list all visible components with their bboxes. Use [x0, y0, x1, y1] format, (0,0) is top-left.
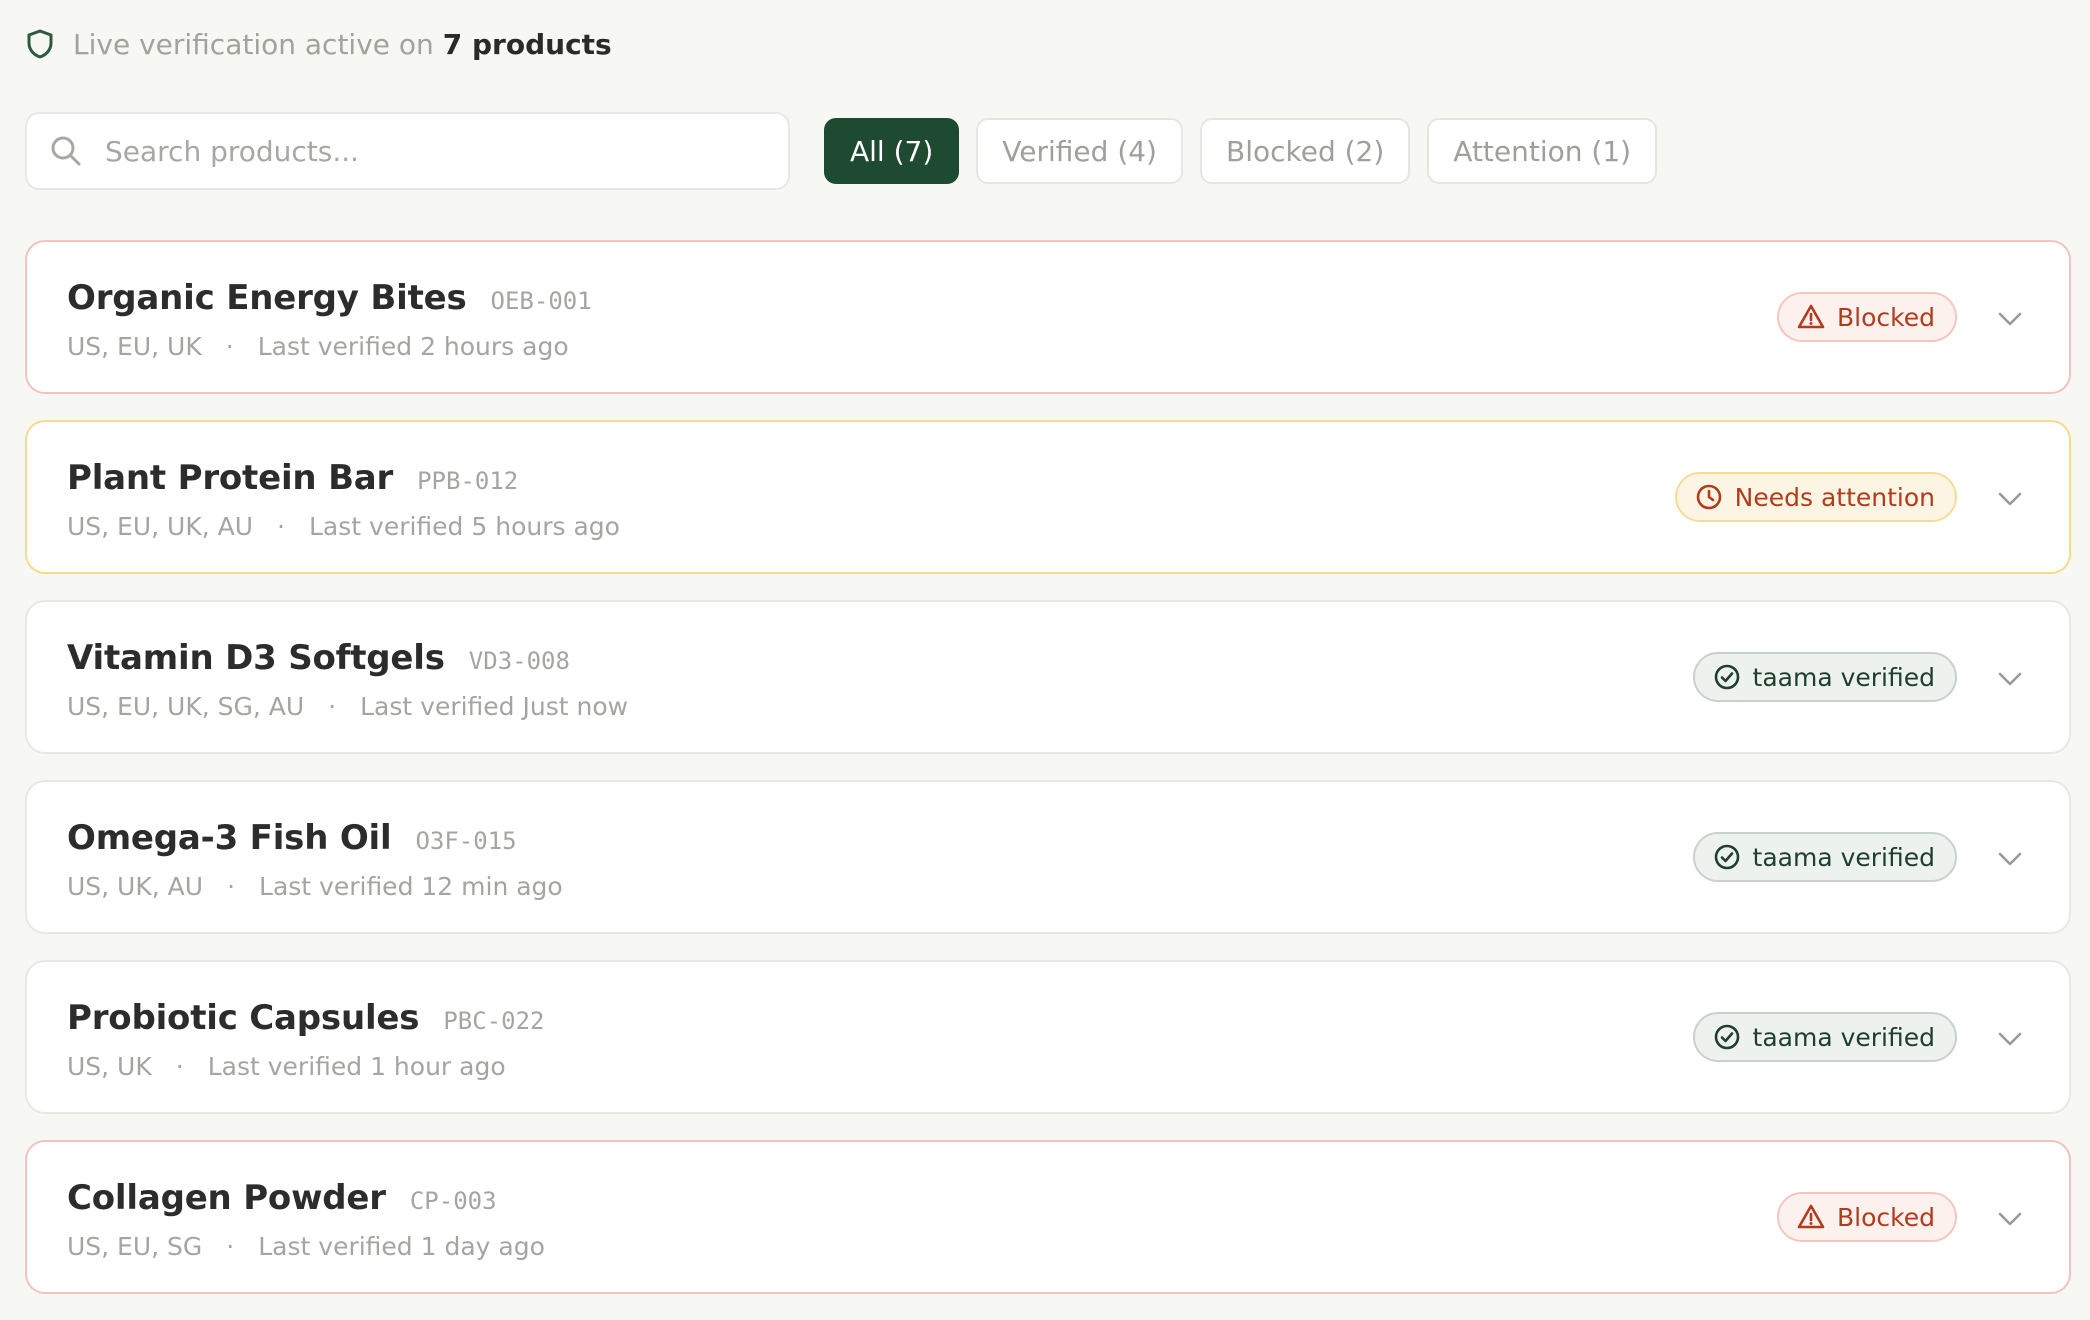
product-last-verified: Last verified 1 day ago: [258, 1232, 545, 1261]
check-circle-icon: [1713, 663, 1741, 691]
status-badge: taama verified: [1692, 1012, 1957, 1062]
product-meta: US, UK · Last verified 1 hour ago: [67, 1052, 506, 1081]
product-name: Organic Energy Bites: [67, 278, 467, 318]
product-card[interactable]: Vitamin D3 Softgels VD3-008 US, EU, UK, …: [25, 600, 2071, 754]
warning-icon: [1797, 1203, 1825, 1231]
product-sku: CP-003: [409, 1187, 497, 1215]
product-meta: US, EU, SG · Last verified 1 day ago: [67, 1232, 545, 1261]
product-regions: US, EU, UK, AU: [67, 512, 254, 541]
product-meta: US, EU, UK, SG, AU · Last verified Just …: [67, 692, 628, 721]
status-label: taama verified: [1752, 842, 1935, 872]
search-box[interactable]: [25, 112, 790, 190]
product-sku: VD3-008: [468, 647, 570, 675]
product-last-verified: Last verified 5 hours ago: [309, 512, 620, 541]
product-name: Collagen Powder: [67, 1178, 386, 1218]
tab-blocked[interactable]: Blocked (2): [1199, 118, 1411, 184]
status-badge: Blocked: [1777, 1192, 1957, 1242]
status-badge: Needs attention: [1674, 472, 1957, 522]
product-title-row: Vitamin D3 Softgels VD3-008: [67, 638, 570, 678]
product-name: Plant Protein Bar: [67, 458, 394, 498]
search-icon: [49, 134, 83, 168]
chevron-down-icon[interactable]: [1995, 1024, 2025, 1054]
status-badge: taama verified: [1692, 832, 1957, 882]
product-regions: US, UK: [67, 1052, 152, 1081]
chevron-down-icon[interactable]: [1995, 664, 2025, 694]
search-input[interactable]: [105, 134, 745, 168]
product-title-row: Collagen Powder CP-003: [67, 1178, 497, 1218]
shield-icon: [25, 28, 55, 60]
clock-icon: [1695, 483, 1723, 511]
banner-text: Live verification active on: [73, 27, 434, 61]
product-title-row: Plant Protein Bar PPB-012: [67, 458, 518, 498]
product-sku: PBC-022: [443, 1007, 545, 1035]
product-title-row: Probiotic Capsules PBC-022: [67, 998, 544, 1038]
tab-attention[interactable]: Attention (1): [1427, 118, 1658, 184]
product-last-verified: Last verified 1 hour ago: [207, 1052, 506, 1081]
product-card[interactable]: Omega-3 Fish Oil O3F-015 US, UK, AU · La…: [25, 780, 2071, 934]
meta-separator: ·: [227, 872, 236, 901]
meta-separator: ·: [175, 1052, 184, 1081]
status-label: Needs attention: [1734, 482, 1935, 512]
status-badge: taama verified: [1692, 652, 1957, 702]
product-last-verified: Last verified Just now: [360, 692, 629, 721]
chevron-down-icon[interactable]: [1995, 484, 2025, 514]
status-label: taama verified: [1752, 662, 1935, 692]
product-title-row: Organic Energy Bites OEB-001: [67, 278, 592, 318]
product-name: Vitamin D3 Softgels: [67, 638, 445, 678]
product-title-row: Omega-3 Fish Oil O3F-015: [67, 818, 517, 858]
tab-verified[interactable]: Verified (4): [976, 118, 1183, 184]
meta-separator: ·: [225, 332, 234, 361]
check-circle-icon: [1713, 1023, 1741, 1051]
chevron-down-icon[interactable]: [1995, 1204, 2025, 1234]
product-sku: O3F-015: [415, 827, 517, 855]
chevron-down-icon[interactable]: [1995, 304, 2025, 334]
filter-tabs: All (7) Verified (4) Blocked (2) Attenti…: [824, 118, 1658, 184]
check-circle-icon: [1713, 843, 1741, 871]
product-regions: US, UK, AU: [67, 872, 204, 901]
product-last-verified: Last verified 2 hours ago: [257, 332, 569, 361]
product-regions: US, EU, SG: [67, 1232, 203, 1261]
product-card[interactable]: Organic Energy Bites OEB-001 US, EU, UK …: [25, 240, 2071, 394]
product-last-verified: Last verified 12 min ago: [259, 872, 563, 901]
product-card[interactable]: Plant Protein Bar PPB-012 US, EU, UK, AU…: [25, 420, 2071, 574]
status-label: Blocked: [1837, 1202, 1935, 1232]
product-name: Probiotic Capsules: [67, 998, 420, 1038]
product-card[interactable]: Probiotic Capsules PBC-022 US, UK · Last…: [25, 960, 2071, 1114]
meta-separator: ·: [277, 512, 285, 541]
product-card[interactable]: Collagen Powder CP-003 US, EU, SG · Last…: [25, 1140, 2071, 1294]
product-sku: OEB-001: [490, 287, 592, 315]
status-badge: Blocked: [1777, 292, 1957, 342]
product-list: Organic Energy Bites OEB-001 US, EU, UK …: [25, 240, 2071, 1320]
toolbar: All (7) Verified (4) Blocked (2) Attenti…: [25, 112, 2071, 192]
product-meta: US, EU, UK, AU · Last verified 5 hours a…: [67, 512, 620, 541]
chevron-down-icon[interactable]: [1995, 844, 2025, 874]
product-meta: US, EU, UK · Last verified 2 hours ago: [67, 332, 569, 361]
meta-separator: ·: [328, 692, 337, 721]
verification-banner: Live verification active on 7 products: [25, 24, 612, 64]
product-regions: US, EU, UK, SG, AU: [67, 692, 305, 721]
status-label: taama verified: [1752, 1022, 1935, 1052]
product-sku: PPB-012: [417, 467, 519, 495]
product-meta: US, UK, AU · Last verified 12 min ago: [67, 872, 563, 901]
warning-icon: [1797, 303, 1825, 331]
status-label: Blocked: [1837, 302, 1935, 332]
meta-separator: ·: [226, 1232, 235, 1261]
banner-product-count: 7 products: [442, 27, 612, 61]
product-regions: US, EU, UK: [67, 332, 202, 361]
product-name: Omega-3 Fish Oil: [67, 818, 392, 858]
tab-all[interactable]: All (7): [824, 118, 960, 184]
